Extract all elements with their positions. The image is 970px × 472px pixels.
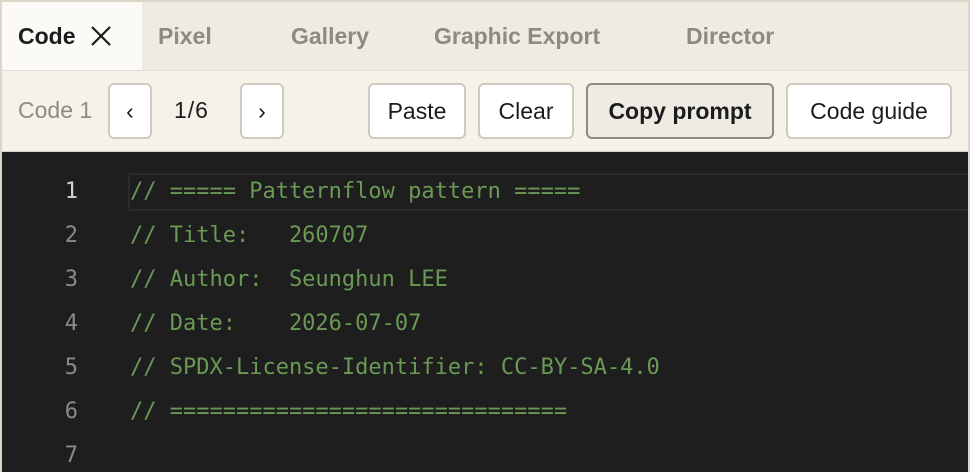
tab-director[interactable]: Director <box>686 2 886 70</box>
prev-button[interactable]: ‹ <box>108 83 152 139</box>
tab-label: Gallery <box>291 22 369 49</box>
code-line[interactable]: 2 // Title: 260707 <box>2 214 968 258</box>
toolbar: Code 1 ‹ 1/6 › Paste Clear Copy prompt C… <box>2 70 968 152</box>
tab-gallery[interactable]: Gallery <box>274 2 434 70</box>
code-line[interactable]: 1 // ===== Patternflow pattern ===== <box>2 170 968 214</box>
clear-button[interactable]: Clear <box>478 83 574 139</box>
line-text[interactable]: // Author: Seunghun LEE <box>130 267 448 292</box>
line-text[interactable]: // Date: 2026-07-07 <box>130 311 421 336</box>
app-window: Code Pixel Gallery Graphic Export Direct… <box>0 0 970 472</box>
next-button[interactable]: › <box>240 83 284 139</box>
line-text[interactable]: // Title: 260707 <box>130 223 368 248</box>
tab-label: Graphic Export <box>434 22 601 49</box>
tab-label: Pixel <box>158 22 212 49</box>
code-line[interactable]: 3 // Author: Seunghun LEE <box>2 258 968 302</box>
line-number: 2 <box>64 223 78 248</box>
line-number: 4 <box>64 311 78 336</box>
code-line[interactable]: 5 // SPDX-License-Identifier: CC-BY-SA-4… <box>2 346 968 390</box>
close-icon[interactable] <box>90 25 112 47</box>
tab-pixel[interactable]: Pixel <box>142 2 274 70</box>
line-number: 3 <box>64 267 78 292</box>
code-line[interactable]: 6 // ============================== <box>2 390 968 434</box>
line-number: 1 <box>64 179 78 204</box>
tab-graphic-export[interactable]: Graphic Export <box>434 2 686 70</box>
tab-label: Code <box>18 22 76 49</box>
page-indicator: 1/6 <box>174 97 209 123</box>
line-text[interactable]: // SPDX-License-Identifier: CC-BY-SA-4.0 <box>130 355 660 380</box>
code-line[interactable]: 7 <box>2 434 968 472</box>
paste-button[interactable]: Paste <box>368 83 466 139</box>
code-editor[interactable]: 1 // ===== Patternflow pattern ===== 2 /… <box>2 154 968 472</box>
code-slot-label: Code 1 <box>18 97 93 123</box>
line-text[interactable]: // ===== Patternflow pattern ===== <box>130 179 580 204</box>
line-number: 6 <box>64 399 78 424</box>
copy-prompt-button[interactable]: Copy prompt <box>586 83 774 139</box>
line-number: 7 <box>64 443 78 468</box>
line-text[interactable]: // ============================== <box>130 399 567 424</box>
code-guide-button[interactable]: Code guide <box>786 83 952 139</box>
tab-bar: Code Pixel Gallery Graphic Export Direct… <box>2 2 968 70</box>
tab-code[interactable]: Code <box>2 2 142 70</box>
tab-label: Director <box>686 22 775 49</box>
line-number: 5 <box>64 355 78 380</box>
code-line[interactable]: 4 // Date: 2026-07-07 <box>2 302 968 346</box>
